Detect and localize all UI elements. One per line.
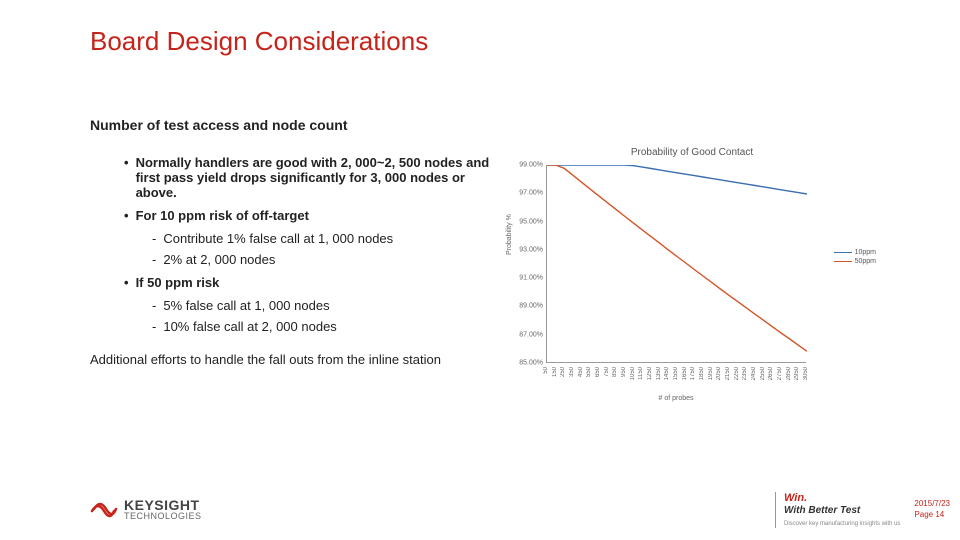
tail-note: Additional efforts to handle the fall ou…: [90, 352, 460, 367]
x-tick: 2850: [786, 367, 792, 380]
logo-icon: [90, 497, 118, 523]
x-tick: 750: [604, 367, 610, 377]
slide-title: Board Design Considerations: [90, 26, 870, 57]
logo-sub: TECHNOLOGIES: [124, 512, 202, 521]
x-tick: 1550: [673, 367, 679, 380]
x-tick: 2050: [716, 367, 722, 380]
x-tick: 1850: [699, 367, 705, 380]
y-tick: 87.00%: [519, 331, 547, 338]
slide-meta: 2015/7/23 Page 14: [914, 499, 950, 520]
x-tick: 1350: [656, 367, 662, 380]
y-tick: 85.00%: [519, 360, 547, 367]
x-tick: 2750: [777, 367, 783, 380]
x-tick: 1750: [690, 367, 696, 380]
y-tick: 95.00%: [519, 218, 547, 225]
x-tick: 350: [569, 367, 575, 377]
x-tick: 2450: [751, 367, 757, 380]
x-tick: 950: [621, 367, 627, 377]
section-subtitle: Number of test access and node count: [90, 117, 870, 133]
x-tick: 650: [595, 367, 601, 377]
keysight-logo: KEYSIGHT TECHNOLOGIES: [90, 497, 202, 523]
x-tick: 150: [552, 367, 558, 377]
legend-item: 10ppm: [834, 249, 876, 256]
bullet-3a: 5% false call at 1, 000 nodes: [152, 298, 490, 313]
x-tick: 2650: [768, 367, 774, 380]
text-column: Normally handlers are good with 2, 000~2…: [90, 147, 490, 367]
y-tick: 91.00%: [519, 275, 547, 282]
tagline: Win. With Better Test Discover key manuf…: [775, 492, 900, 528]
x-tick: 2150: [725, 367, 731, 380]
x-tick: 1250: [647, 367, 653, 380]
slide-date: 2015/7/23: [914, 499, 950, 509]
slide-page: Page 14: [914, 510, 950, 520]
x-tick: 1950: [708, 367, 714, 380]
y-tick: 97.00%: [519, 190, 547, 197]
bullet-2b: 2% at 2, 000 nodes: [152, 252, 490, 267]
x-axis-label: # of probes: [546, 395, 806, 402]
bullet-3b: 10% false call at 2, 000 nodes: [152, 319, 490, 334]
probability-chart: Probability of Good Contact Probability …: [502, 147, 882, 405]
x-tick: 1650: [682, 367, 688, 380]
legend-item: 50ppm: [834, 258, 876, 265]
x-tick: 50: [543, 367, 549, 374]
x-tick: 550: [586, 367, 592, 377]
chart-title: Probability of Good Contact: [502, 147, 882, 158]
slide-footer: KEYSIGHT TECHNOLOGIES Win. With Better T…: [90, 492, 950, 528]
x-tick: 250: [560, 367, 566, 377]
x-tick: 1150: [638, 367, 644, 380]
x-tick: 2250: [734, 367, 740, 380]
chart-legend: 10ppm 50ppm: [834, 247, 876, 267]
bullet-2a: Contribute 1% false call at 1, 000 nodes: [152, 231, 490, 246]
bullet-2: For 10 ppm risk of off-target: [124, 208, 490, 223]
bullet-1: Normally handlers are good with 2, 000~2…: [124, 155, 490, 200]
x-tick: 2550: [760, 367, 766, 380]
x-tick: 2350: [742, 367, 748, 380]
x-tick: 3050: [803, 367, 809, 380]
x-tick: 1450: [664, 367, 670, 380]
x-tick: 450: [578, 367, 584, 377]
logo-name: KEYSIGHT: [124, 498, 202, 512]
y-axis-label: Probability %: [506, 214, 513, 255]
x-tick: 2950: [794, 367, 800, 380]
y-tick: 89.00%: [519, 303, 547, 310]
y-tick: 93.00%: [519, 246, 547, 253]
bullet-3: If 50 ppm risk: [124, 275, 490, 290]
y-tick: 99.00%: [519, 162, 547, 169]
x-tick: 850: [612, 367, 618, 377]
x-tick: 1050: [630, 367, 636, 380]
